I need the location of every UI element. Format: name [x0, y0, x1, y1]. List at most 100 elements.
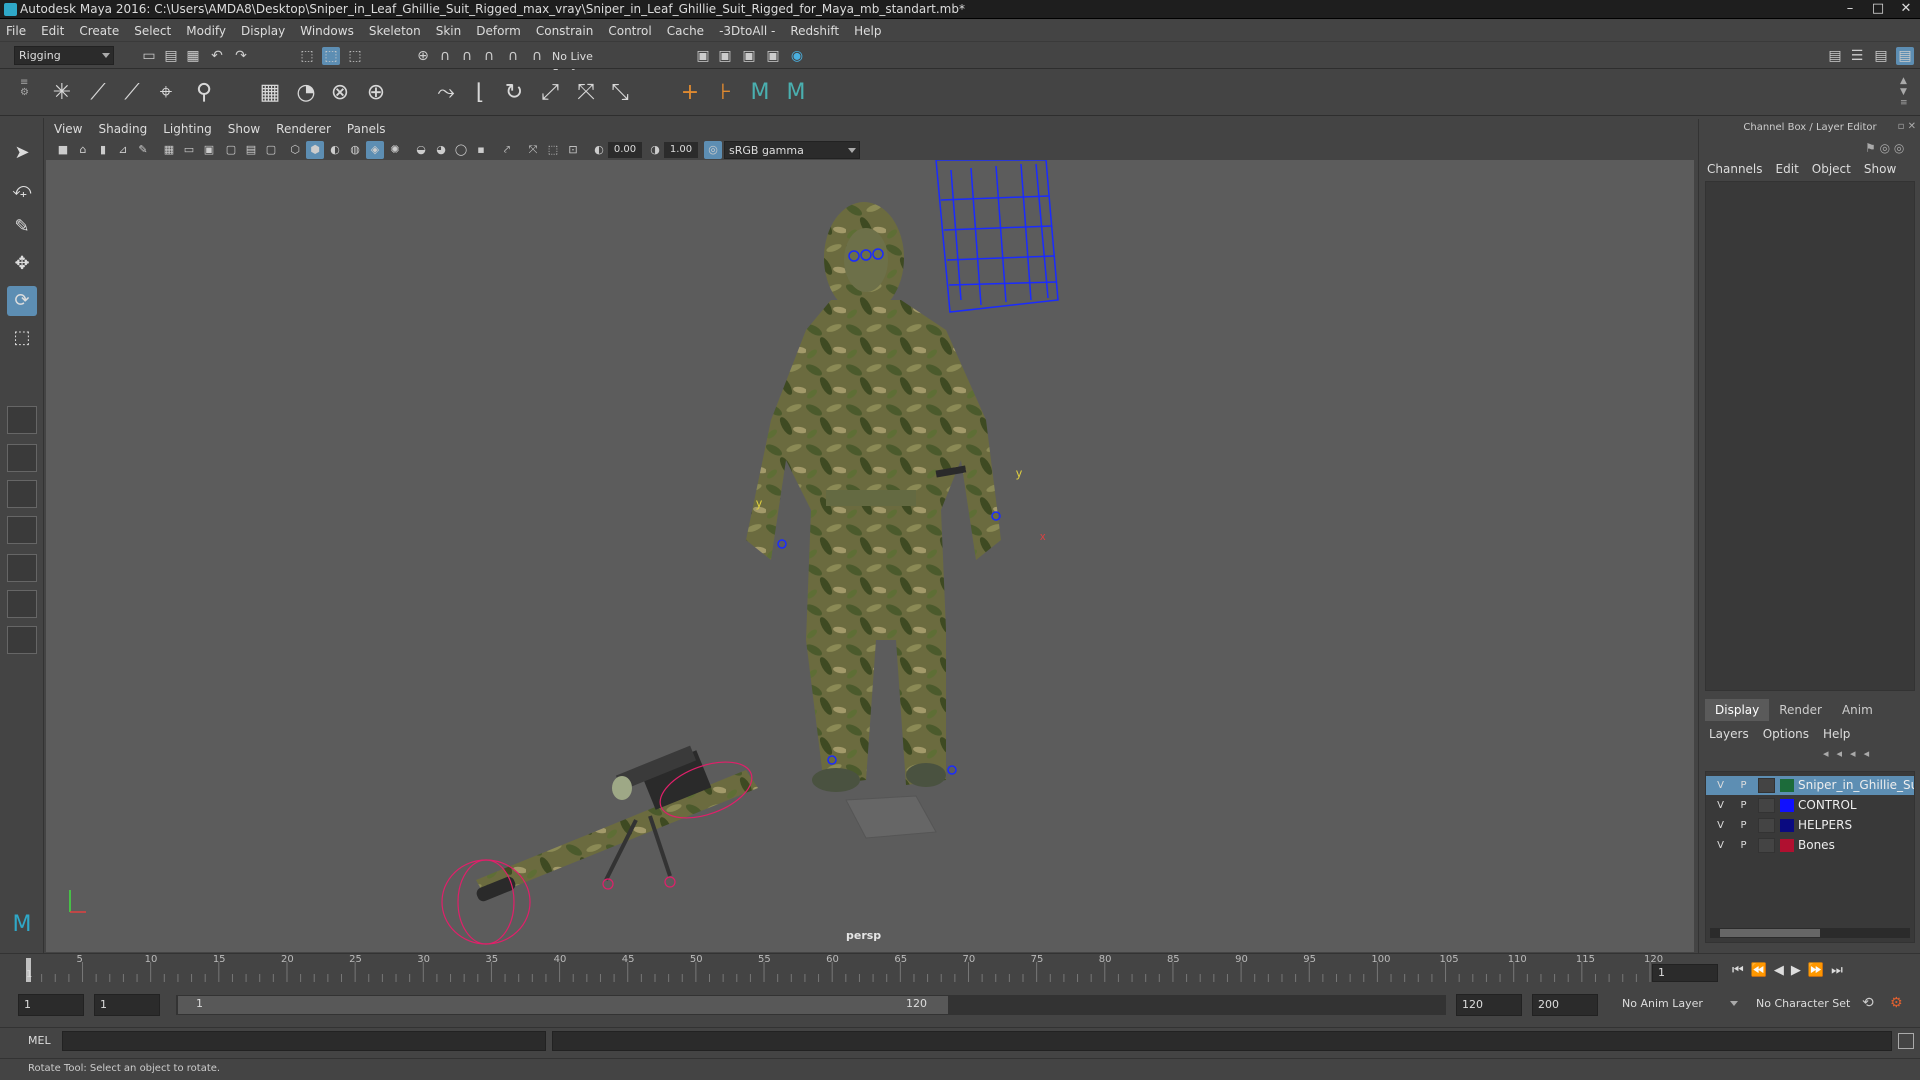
ipr-render-icon[interactable]: ▣ [764, 47, 782, 65]
menuset-dropdown[interactable]: Rigging [14, 46, 114, 65]
layer-row[interactable]: V P CONTROL [1706, 796, 1914, 815]
gate-mask-icon[interactable]: ▢ [222, 141, 240, 159]
layer-type-toggle[interactable] [1758, 818, 1775, 833]
menu-3dtoall[interactable]: -3DtoAll - [719, 24, 775, 38]
start-time-field[interactable]: 1 [18, 994, 84, 1016]
menu-redshift[interactable]: Redshift [790, 24, 839, 38]
channel-box-options-icon[interactable]: ⚑ ◎ ◎ [1865, 141, 1904, 155]
maximize-icon[interactable]: □ [1864, 0, 1892, 18]
le-menu-help[interactable]: Help [1823, 727, 1850, 741]
scale-tool-icon[interactable]: ⬚ [7, 323, 37, 353]
auto-key-icon[interactable]: ⟲ [1862, 995, 1874, 1011]
snap-curve-icon[interactable]: ∩ [436, 47, 454, 65]
menu-control[interactable]: Control [608, 24, 651, 38]
save-scene-icon[interactable]: ▦ [184, 47, 202, 65]
four-pane-layout-icon[interactable] [7, 444, 37, 472]
le-menu-layers[interactable]: Layers [1709, 727, 1749, 741]
menu-skeleton[interactable]: Skeleton [369, 24, 421, 38]
render-settings-icon[interactable]: ▣ [694, 47, 712, 65]
layer-scrollbar-thumb[interactable] [1720, 929, 1820, 937]
vp-menu-lighting[interactable]: Lighting [163, 122, 212, 136]
xray-icon[interactable]: ◕ [432, 141, 450, 159]
character-set-dropdown[interactable]: No Character Set [1756, 997, 1850, 1010]
layer-color-swatch[interactable] [1780, 819, 1794, 832]
time-slider-ruler[interactable] [20, 954, 1680, 984]
layer-color-swatch[interactable] [1780, 839, 1794, 852]
paint-select-tool-icon[interactable]: ✎ [7, 212, 37, 242]
anim-layer-dropdown[interactable]: No Anim Layer [1622, 997, 1703, 1010]
image-plane-icon[interactable]: ⊿ [114, 141, 132, 159]
maya-script-icon[interactable]: M [746, 79, 774, 107]
bind-skin-icon[interactable]: ⌖ [152, 79, 180, 107]
select-camera-icon[interactable]: ■ [54, 141, 72, 159]
layer-playback-toggle[interactable]: P [1735, 798, 1752, 813]
undo-icon[interactable]: ↶ [208, 47, 226, 65]
mel-input[interactable] [62, 1031, 546, 1051]
lasso-tool-icon[interactable]: ⤽ [7, 175, 37, 205]
le-tab-anim[interactable]: Anim [1832, 699, 1883, 721]
sculpt-icon[interactable]: ⊕ [362, 79, 390, 107]
channel-list[interactable] [1705, 181, 1915, 691]
layer-color-swatch[interactable] [1780, 779, 1794, 792]
field-chart-icon[interactable]: ▤ [242, 141, 260, 159]
channel-box-icon[interactable]: ▤ [1896, 47, 1914, 65]
wireframe-on-shaded-icon[interactable]: ◐ [326, 141, 344, 159]
open-scene-icon[interactable]: ▤ [162, 47, 180, 65]
exposure-icon[interactable]: ◐ [590, 141, 608, 159]
wire-icon[interactable]: ⊗ [326, 79, 354, 107]
parent-constraint-icon[interactable]: ⤧ [572, 79, 600, 107]
grease-pencil-icon[interactable]: ✎ [134, 141, 152, 159]
vp-menu-renderer[interactable]: Renderer [276, 122, 331, 136]
close-panel-icon[interactable]: ▫ ✕ [1898, 121, 1916, 132]
render-view-icon[interactable]: ▣ [716, 47, 734, 65]
menu-modify[interactable]: Modify [186, 24, 226, 38]
pole-vector-icon[interactable]: ⤡ [606, 79, 634, 107]
bookmark-icon[interactable]: ▮ [94, 141, 112, 159]
menu-display[interactable]: Display [241, 24, 285, 38]
layer-action-icons[interactable]: ◂◂◂◂ [1823, 747, 1877, 760]
layer-row[interactable]: V P Bones [1706, 836, 1914, 855]
shelf-options-icon[interactable]: ≡ ⚙ [20, 78, 29, 108]
vp-menu-view[interactable]: View [54, 122, 82, 136]
cb-tab-show[interactable]: Show [1864, 162, 1896, 176]
snap-point-icon[interactable]: ∩ [458, 47, 476, 65]
vp-menu-panels[interactable]: Panels [347, 122, 386, 136]
ao-icon[interactable]: ⤤ [498, 141, 516, 159]
textured-icon[interactable]: ◍ [346, 141, 364, 159]
layer-type-toggle[interactable] [1758, 798, 1775, 813]
menu-select[interactable]: Select [134, 24, 171, 38]
layer-type-toggle[interactable] [1758, 778, 1775, 793]
custom-layout-icon[interactable] [7, 626, 37, 654]
minimize-icon[interactable]: – [1836, 0, 1864, 18]
menu-edit[interactable]: Edit [41, 24, 64, 38]
tool-settings-icon[interactable]: ▤ [1872, 47, 1890, 65]
render-frame-icon[interactable]: ▣ [740, 47, 758, 65]
snap-surface-icon[interactable]: ∩ [504, 47, 522, 65]
select-tool-icon[interactable]: ➤ [7, 138, 37, 168]
wireframe-icon[interactable]: ⬡ [286, 141, 304, 159]
layer-visibility-toggle[interactable]: V [1712, 838, 1729, 853]
xray-active-icon[interactable]: ▪ [472, 141, 490, 159]
resolution-gate-icon[interactable]: ▣ [200, 141, 218, 159]
select-by-object-icon[interactable]: ⬚ [322, 47, 340, 65]
layer-visibility-toggle[interactable]: V [1712, 798, 1729, 813]
cb-tab-edit[interactable]: Edit [1776, 162, 1799, 176]
single-pane-layout-icon[interactable] [7, 406, 37, 434]
layer-row[interactable]: V P HELPERS [1706, 816, 1914, 835]
locator-icon[interactable]: + [676, 79, 704, 107]
ik-spline-icon[interactable]: ⟋ [118, 79, 146, 107]
menu-windows[interactable]: Windows [300, 24, 354, 38]
color-management-icon[interactable]: ◎ [704, 141, 722, 159]
film-gate-icon[interactable]: ▭ [180, 141, 198, 159]
motion-blur-icon[interactable]: ⤧ [524, 141, 542, 159]
hypershade-icon[interactable]: ◉ [788, 47, 806, 65]
select-by-hierarchy-icon[interactable]: ⬚ [298, 47, 316, 65]
select-by-component-icon[interactable]: ⬚ [346, 47, 364, 65]
end-time-field[interactable]: 200 [1532, 994, 1598, 1016]
snap-grid-icon[interactable]: ⊕ [414, 47, 432, 65]
move-tool-icon[interactable]: ✥ [7, 249, 37, 279]
menu-deform[interactable]: Deform [476, 24, 521, 38]
time-slider[interactable]: 5 10 15 20 25 30 35 40 45 50 55 60 65 70 75 80 85 90 95 100… [0, 953, 1920, 983]
layer-type-toggle[interactable] [1758, 838, 1775, 853]
menu-file[interactable]: File [6, 24, 26, 38]
